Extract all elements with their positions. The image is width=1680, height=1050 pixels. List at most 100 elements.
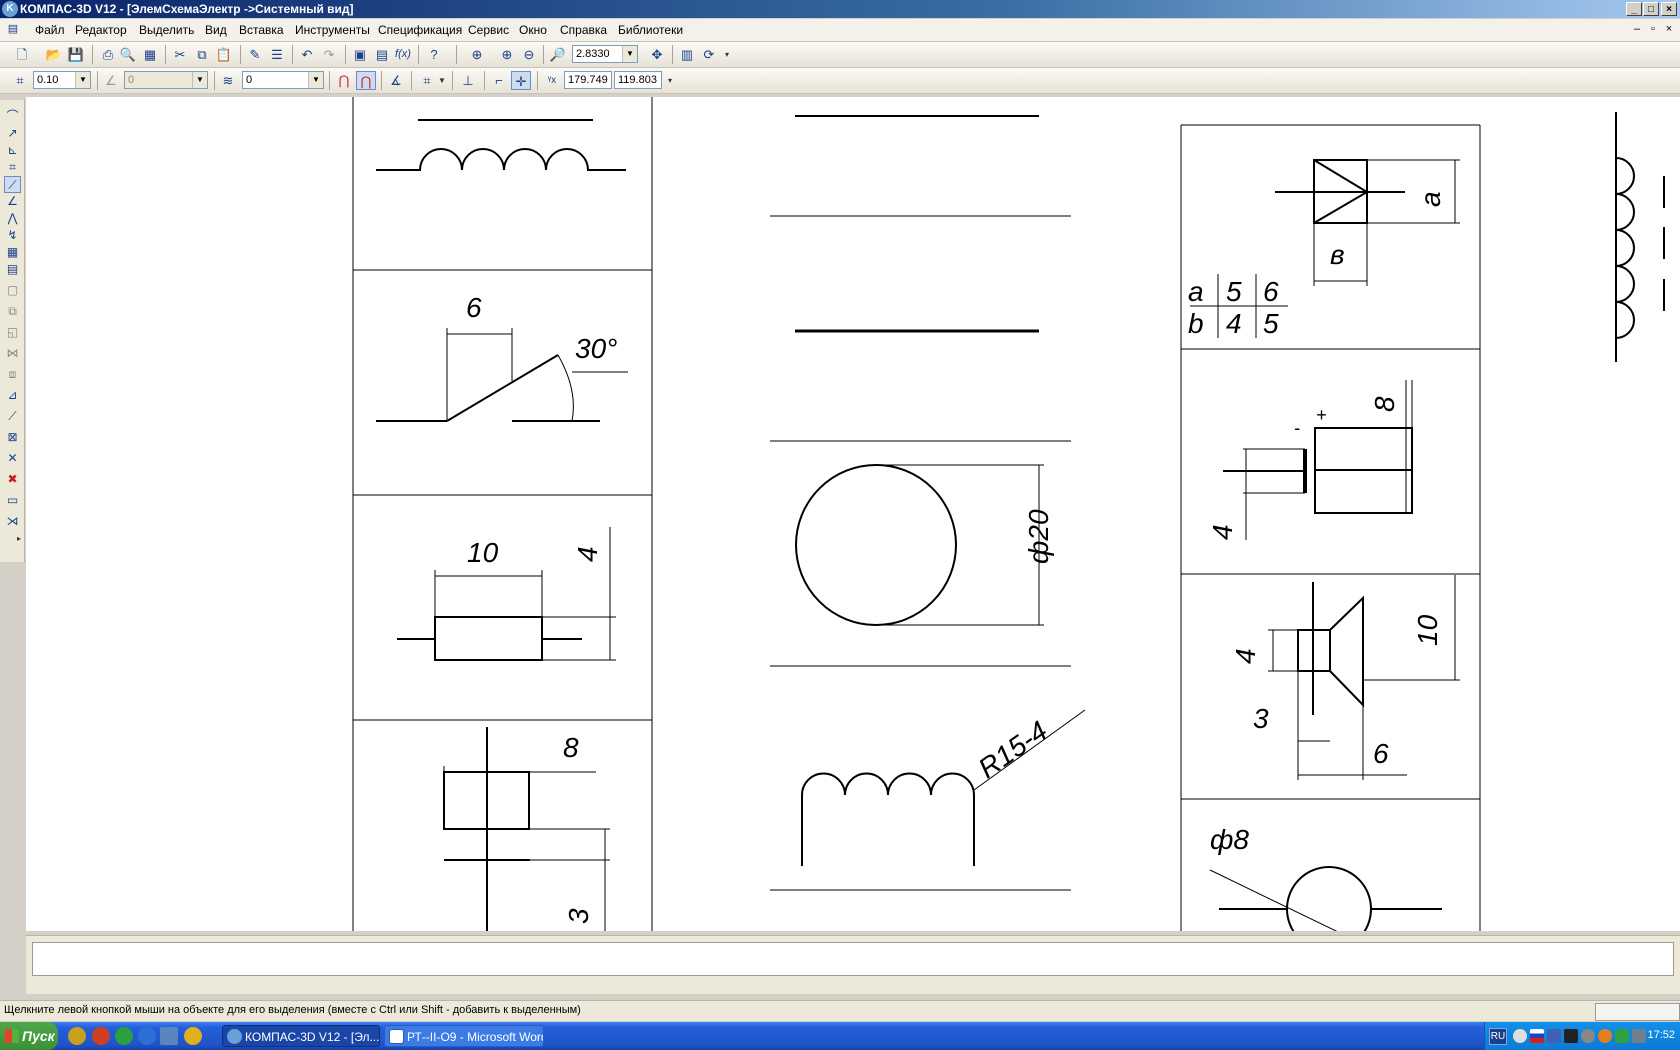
language-indicator[interactable]: RU: [1489, 1028, 1507, 1045]
print-settings-icon[interactable]: ▦: [140, 45, 160, 64]
toolbar-options-icon[interactable]: ▾: [722, 45, 732, 64]
clock[interactable]: 17:52: [1647, 1029, 1675, 1041]
desktop-icon[interactable]: [160, 1027, 178, 1045]
menu-window[interactable]: Окно: [519, 23, 547, 37]
chevron-down-icon[interactable]: ▼: [308, 72, 323, 88]
volume-icon[interactable]: [1581, 1029, 1595, 1043]
clear-area-icon[interactable]: ▭: [4, 492, 21, 509]
chevron-down-icon[interactable]: ▼: [622, 46, 637, 62]
select-icon[interactable]: ⋀: [4, 210, 21, 227]
help-pointer-icon[interactable]: ?: [424, 45, 444, 64]
chevron-down-icon[interactable]: ▼: [437, 71, 447, 90]
coord-x-field[interactable]: 179.749: [564, 71, 612, 89]
format-painter-icon[interactable]: ✎: [245, 45, 265, 64]
local-snap-icon[interactable]: ⋂: [356, 71, 376, 90]
paste-icon[interactable]: 📋: [214, 45, 234, 64]
dimensions-icon[interactable]: ↗: [4, 125, 21, 142]
layer-field[interactable]: 0 ▼: [242, 71, 324, 89]
document-icon[interactable]: ▤: [6, 22, 20, 36]
mdi-restore-button[interactable]: ▫: [1646, 22, 1660, 36]
redraw-icon[interactable]: ⟳: [699, 45, 719, 64]
symbols-icon[interactable]: ⊾: [4, 142, 21, 159]
coord-y-field[interactable]: 119.803: [614, 71, 662, 89]
coordinate-system-icon[interactable]: ⊥: [458, 71, 478, 90]
zoom-field[interactable]: 2.8330 ▼: [572, 45, 638, 63]
task-kompas[interactable]: КОМПАС-3D V12 - [Эл...: [222, 1025, 380, 1047]
zoom-window-icon[interactable]: ⊕: [467, 45, 487, 64]
chrome-icon[interactable]: [184, 1027, 202, 1045]
ortho-icon[interactable]: ∡: [386, 71, 406, 90]
chevron-right-icon[interactable]: ▸: [14, 530, 24, 547]
opera-icon[interactable]: [92, 1027, 110, 1045]
layout-icon[interactable]: ▢: [4, 282, 21, 299]
geometry-icon[interactable]: ⌒: [4, 108, 21, 125]
zoom-scale-icon[interactable]: 🔎: [548, 45, 568, 64]
zoom-out-icon[interactable]: ⊖: [519, 45, 539, 64]
drawing-canvas[interactable]: 6 30° 10 4 8 3 ф20 R15-4 a 5 6 b 4 5 a в…: [26, 97, 1680, 931]
zoom-in-icon[interactable]: ⊕: [497, 45, 517, 64]
update-icon[interactable]: [1598, 1029, 1612, 1043]
device-icon[interactable]: [1632, 1029, 1646, 1043]
battery-icon[interactable]: [1564, 1029, 1578, 1043]
trim-icon[interactable]: ⊿: [4, 387, 21, 404]
security-icon[interactable]: [1615, 1029, 1629, 1043]
save-icon[interactable]: 💾: [66, 45, 86, 64]
menu-file[interactable]: Файл: [35, 23, 65, 37]
toolbar-options-icon[interactable]: ▾: [665, 71, 675, 90]
manager-icon[interactable]: ▣: [350, 45, 370, 64]
menu-select[interactable]: Выделить: [139, 23, 194, 37]
pan-icon[interactable]: ✥: [647, 45, 667, 64]
step-field[interactable]: 0.10 ▼: [33, 71, 91, 89]
mdi-close-button[interactable]: ×: [1662, 22, 1676, 36]
copy-view-icon[interactable]: ⧉: [4, 303, 21, 320]
insert-icon[interactable]: ▤: [4, 261, 21, 278]
fx-button[interactable]: f(x): [393, 45, 413, 64]
break-icon[interactable]: ⟋: [4, 408, 21, 425]
cut-icon[interactable]: ✂: [170, 45, 190, 64]
menu-view[interactable]: Вид: [205, 23, 227, 37]
title-bar[interactable]: K КОМПАС-3D V12 - [ЭлемСхемаЭлектр ->Сис…: [0, 0, 1680, 18]
task-word[interactable]: РТ--II-О9 - Microsoft Word: [384, 1025, 544, 1047]
extend-icon[interactable]: ⊠: [4, 429, 21, 446]
properties-icon[interactable]: ☰: [267, 45, 287, 64]
chevron-down-icon[interactable]: ▼: [192, 72, 207, 88]
utorrent-icon[interactable]: [115, 1027, 133, 1045]
deform-icon[interactable]: ⧈: [4, 366, 21, 383]
minimize-button[interactable]: _: [1626, 2, 1642, 16]
menu-specification[interactable]: Спецификация: [378, 23, 462, 37]
print-icon[interactable]: ⎙: [98, 45, 118, 64]
property-field[interactable]: [32, 942, 1674, 976]
grid-icon[interactable]: ⌗: [417, 71, 437, 90]
reports-icon[interactable]: ▦: [4, 244, 21, 261]
menu-service[interactable]: Сервис: [468, 23, 509, 37]
delete-icon[interactable]: ✖: [4, 471, 21, 488]
transform-icon[interactable]: ⋊: [4, 513, 21, 530]
start-button[interactable]: Пуск: [0, 1022, 58, 1050]
measure-icon[interactable]: ∠: [4, 193, 21, 210]
undo-icon[interactable]: ↶: [297, 45, 317, 64]
menu-libraries[interactable]: Библиотеки: [618, 23, 683, 37]
scale-icon[interactable]: ◱: [4, 324, 21, 341]
spec-icon[interactable]: ↯: [4, 227, 21, 244]
angle-field[interactable]: 0 ▼: [124, 71, 208, 89]
step-icon[interactable]: ⌗: [10, 71, 30, 90]
orthogonal-mode-icon[interactable]: ⌐: [489, 71, 509, 90]
open-file-icon[interactable]: 📂: [44, 45, 64, 64]
print-preview-icon[interactable]: 🔍: [118, 45, 138, 64]
cursor-icon[interactable]: ✛: [511, 71, 531, 90]
menu-edit[interactable]: Редактор: [75, 23, 127, 37]
new-file-icon[interactable]: 🗋: [12, 45, 32, 64]
quicklaunch-icon[interactable]: [68, 1027, 86, 1045]
split-icon[interactable]: ✕: [4, 450, 21, 467]
copy-icon[interactable]: ⧉: [192, 45, 212, 64]
chevron-down-icon[interactable]: ▼: [75, 72, 90, 88]
editing-icon[interactable]: ⌗: [4, 159, 21, 176]
mdi-minimize-button[interactable]: –: [1630, 22, 1644, 36]
menu-help[interactable]: Справка: [560, 23, 607, 37]
parametrization-icon[interactable]: ⟋: [4, 176, 21, 193]
angle-icon[interactable]: ∠: [101, 71, 121, 90]
mirror-icon[interactable]: ⋈: [4, 345, 21, 362]
maximize-button[interactable]: □: [1643, 2, 1659, 16]
tray-app-icon[interactable]: [1513, 1029, 1527, 1043]
menu-tools[interactable]: Инструменты: [295, 23, 370, 37]
